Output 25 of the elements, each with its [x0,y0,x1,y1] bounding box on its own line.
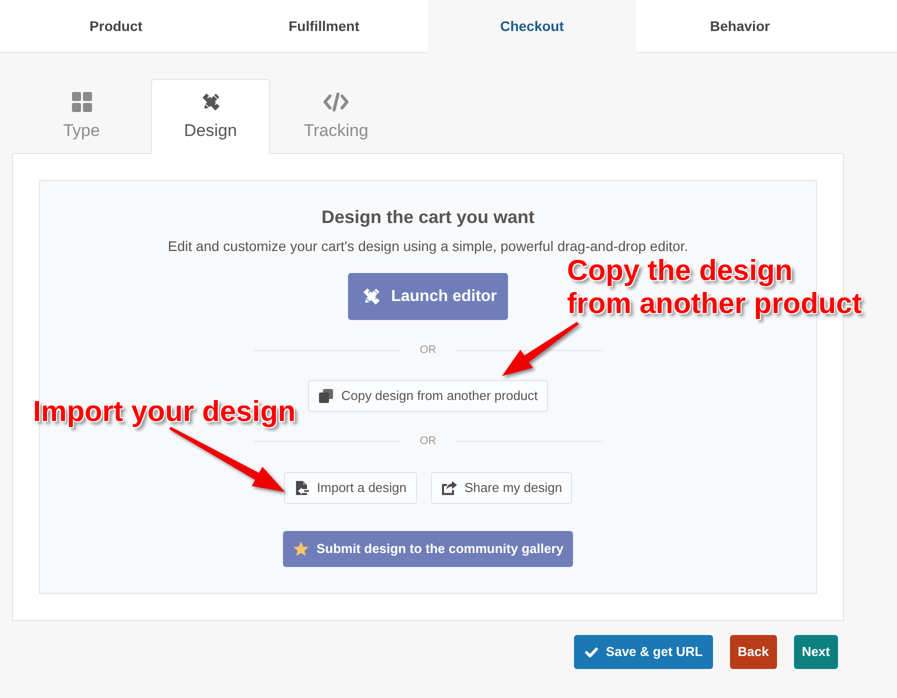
copy-design-button[interactable]: Copy design from another product [308,380,548,412]
share-design-button[interactable]: Share my design [430,472,572,504]
annotation-text: Import your design [33,396,296,429]
submit-gallery-button[interactable]: Submit design to the community gallery [283,531,573,567]
annotation-text: Copy the design from another product [567,255,862,321]
pencil-ruler-icon [200,92,220,112]
copy-icon [319,389,334,403]
import-design-button[interactable]: Import a design [284,472,417,504]
pencil-ruler-icon [362,287,382,306]
check-icon [584,646,598,658]
sub-tab[interactable]: Design [151,79,270,154]
share-icon [442,481,457,495]
panel-title: Design the cart you want [321,206,535,229]
next-button[interactable]: Next [794,635,838,669]
panel-description: Edit and customize your cart's design using a simple, powerful drag-and-drop editor. [168,237,688,256]
back-button[interactable]: Back [730,635,777,669]
grid-icon [72,92,92,112]
code-icon [323,92,349,112]
separator-label: OR [420,343,436,358]
star-icon [293,541,310,557]
launch-editor-button[interactable]: Launch editor [348,273,508,320]
top-tab[interactable]: Checkout [428,0,636,53]
separator-label: OR [420,434,436,449]
file-import-icon [294,481,309,495]
save-url-button[interactable]: Save & get URL [574,635,713,669]
